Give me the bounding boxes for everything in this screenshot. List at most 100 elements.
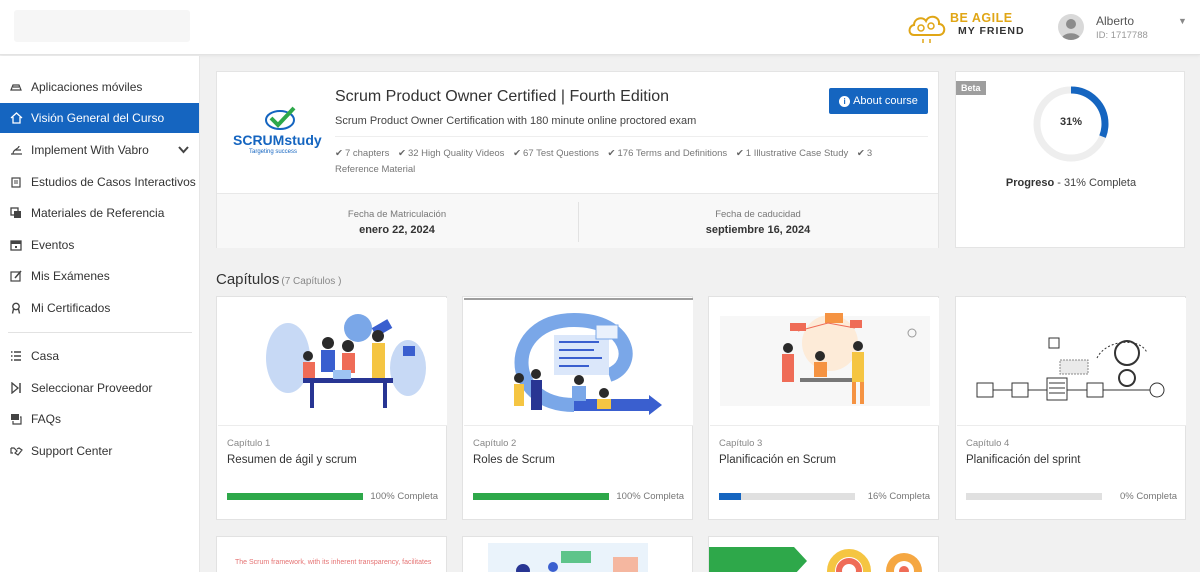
user-menu[interactable]: Alberto ID: 1717788 ▼: [1058, 12, 1188, 44]
vabro-icon: [9, 143, 23, 157]
sidebar-divider: [8, 332, 192, 333]
avatar[interactable]: [1058, 14, 1084, 40]
sidebar-item-implement-vabro[interactable]: Implement With Vabro: [0, 135, 199, 165]
chapter-illustration: [218, 298, 447, 426]
sidebar-item-label: Aplicaciones móviles: [31, 80, 143, 94]
mobile-icon: [9, 80, 23, 94]
sidebar-item-case-studies[interactable]: Estudios de Casos Interactivos: [0, 167, 199, 197]
feature-item: ✔ 1 Illustrative Case Study: [735, 148, 849, 159]
course-title: Scrum Product Owner Certified | Fourth E…: [335, 88, 670, 105]
sidebar-item-label: Casa: [31, 349, 60, 363]
enrollment-date: Fecha de Matriculación enero 22, 2024: [347, 209, 447, 236]
sidebar-item-mobile-apps[interactable]: Aplicaciones móviles: [0, 72, 199, 102]
chapter-progress-fill: [719, 493, 741, 500]
chapter-illustration: [957, 298, 1186, 426]
chapter-card[interactable]: Capítulo 2 Roles de Scrum 100% Completa: [462, 296, 693, 520]
expiry-date: Fecha de caducidad septiembre 16, 2024: [705, 209, 811, 236]
chapter-card[interactable]: [462, 536, 693, 572]
course-subtitle: Scrum Product Owner Certification with 1…: [335, 115, 697, 127]
sidebar-item-label: Estudios de Casos Interactivos: [31, 175, 196, 189]
sidebar-item-label: FAQs: [31, 412, 62, 426]
brand-line2: MY FRIEND: [958, 25, 1025, 37]
chapter-progress-bar: [227, 493, 363, 500]
feature-item: ✔ 176 Terms and Definitions: [607, 148, 728, 159]
info-icon: i: [839, 95, 851, 107]
progress-label: Progreso - 31% Completa: [1005, 177, 1137, 189]
progress-card: Beta 31% Progreso - 31% Completa: [955, 71, 1185, 248]
list-icon: [9, 349, 23, 363]
chapter-illustration: [710, 298, 939, 426]
divider: [335, 136, 928, 137]
checkmark-logo-icon: [265, 106, 296, 130]
chapter-title: Planificación del sprint: [966, 454, 1081, 466]
sidebar-item-my-exams[interactable]: Mis Exámenes: [0, 261, 199, 291]
sidebar-item-certificates[interactable]: Mi Certificados: [0, 293, 199, 323]
beta-badge: Beta: [956, 81, 986, 95]
feature-item: ✔ 32 High Quality Videos: [397, 148, 505, 159]
chapter-progress-label: 0% Completa: [1119, 491, 1177, 502]
edit-icon: [9, 269, 23, 283]
user-name: Alberto: [1096, 14, 1135, 28]
chapter-title: Roles de Scrum: [473, 454, 555, 466]
top-header: BE AGILE MY FRIEND Alberto ID: 1717788 ▼: [0, 0, 1200, 55]
sidebar-item-label: Support Center: [31, 444, 113, 458]
check-icon: ✔: [397, 148, 406, 159]
chapter-progress-label: 100% Completa: [370, 491, 438, 502]
feature-item: ✔ 7 chapters: [335, 148, 390, 159]
course-dates: Fecha de Matriculación enero 22, 2024 Fe…: [217, 193, 938, 248]
sidebar-item-select-provider[interactable]: Seleccionar Proveedor: [0, 373, 199, 403]
chapters-heading: Capítulos (7 Capítulos ): [216, 271, 342, 288]
brand-cloud-icon: [908, 15, 946, 43]
chapter-progress-bar: [719, 493, 855, 500]
sidebar-item-course-overview[interactable]: Visión General del Curso: [0, 103, 199, 133]
chapter-title: Planificación en Scrum: [719, 454, 836, 466]
course-features: ✔ 7 chapters ✔ 32 High Quality Videos ✔ 67 …: [335, 146, 915, 178]
course-info-card: SCRUMstudy Targeting success Scrum Produ…: [216, 71, 939, 248]
chapter-card[interactable]: [708, 536, 939, 572]
sidebar-item-label: Implement With Vabro: [31, 143, 149, 157]
sidebar-item-faqs[interactable]: FAQs: [0, 404, 199, 434]
sidebar-item-events[interactable]: Eventos: [0, 230, 199, 260]
chapter-card[interactable]: Capítulo 1 Resumen de ágil y scrum 100% …: [216, 296, 447, 520]
chapter-number: Capítulo 4: [966, 438, 1010, 449]
chapter-card[interactable]: Capítulo 3 Planificación en Scrum 16% Co…: [708, 296, 939, 520]
sidebar-item-label: Visión General del Curso: [31, 111, 165, 125]
chapter-card[interactable]: The Scrum framework, with its inherent t…: [216, 536, 447, 572]
check-icon: ✔: [335, 148, 343, 159]
chapter-illustration: [709, 547, 922, 572]
chapter-title: Resumen de ágil y scrum: [227, 454, 357, 466]
case-study-icon: [9, 175, 23, 189]
app-logo[interactable]: [14, 10, 190, 42]
chapter-progress-fill: [473, 493, 609, 500]
feature-item: ✔ 67 Test Questions: [513, 148, 599, 159]
chapter-card[interactable]: Capítulo 4 Planificación del sprint 0% C…: [955, 296, 1186, 520]
sidebar: Aplicaciones móviles Visión General del …: [0, 56, 200, 572]
chevron-down-icon[interactable]: ▼: [1178, 16, 1187, 26]
chapter-progress-fill: [227, 493, 363, 500]
chapter-illustration: [488, 543, 648, 572]
sidebar-item-label: Mi Certificados: [31, 301, 111, 315]
sidebar-item-reference-materials[interactable]: Materiales de Referencia: [0, 198, 199, 228]
copy-icon: [9, 206, 23, 220]
sidebar-item-label: Eventos: [31, 238, 75, 252]
chapter-progress-bar: [473, 493, 609, 500]
user-id: ID: 1717788: [1096, 30, 1148, 41]
faq-icon: [9, 412, 23, 426]
handshake-icon: [9, 444, 23, 458]
check-icon: ✔: [856, 148, 865, 159]
about-course-button[interactable]: i About course: [829, 88, 928, 114]
scrumstudy-logo: SCRUMstudy Targeting success: [233, 106, 323, 158]
award-icon: [9, 301, 23, 315]
brand-logo[interactable]: BE AGILE MY FRIEND: [906, 9, 1026, 45]
progress-percent: 31%: [1059, 116, 1083, 128]
skip-icon: [9, 381, 23, 395]
sidebar-item-label: Seleccionar Proveedor: [31, 381, 153, 395]
logo-tagline: Targeting success: [249, 149, 298, 155]
sidebar-item-support-center[interactable]: Support Center: [0, 436, 199, 466]
sidebar-item-home[interactable]: Casa: [0, 341, 199, 371]
chevron-down-icon[interactable]: [178, 143, 189, 157]
check-icon: ✔: [513, 148, 522, 159]
sidebar-item-label: Mis Exámenes: [31, 269, 110, 283]
chapter-number: Capítulo 3: [719, 438, 763, 449]
chapter-number: Capítulo 2: [473, 438, 517, 449]
